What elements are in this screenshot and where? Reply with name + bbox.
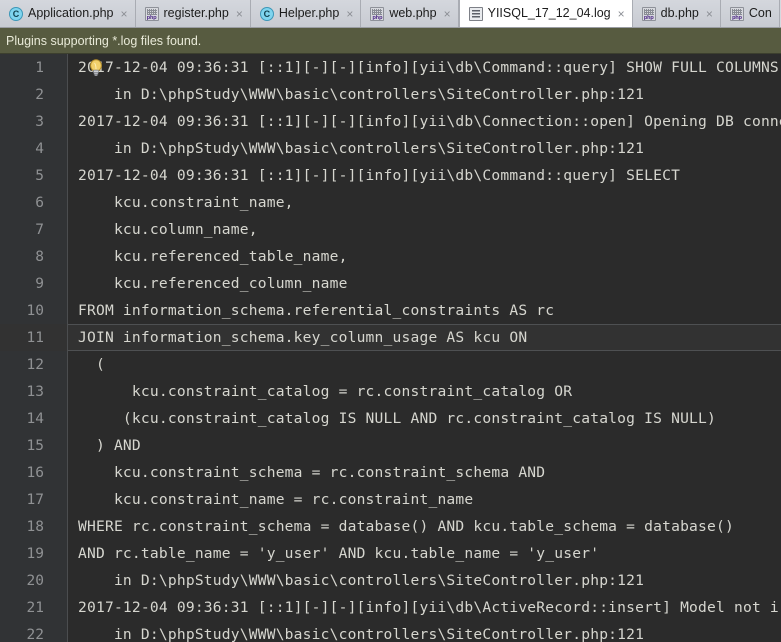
line-number[interactable]: 5 (0, 162, 68, 189)
close-icon[interactable]: × (236, 8, 243, 20)
line-number[interactable]: 13 (0, 378, 68, 405)
line-number[interactable]: 22 (0, 621, 68, 642)
plugin-notification-bar[interactable]: Plugins supporting *.log files found. (0, 28, 781, 54)
close-icon[interactable]: × (120, 8, 127, 20)
editor-tab-bar[interactable]: C Application.php × register.php × C Helper.ph… (0, 0, 781, 28)
editor-line-row[interactable]: 20 in D:\phpStudy\WWW\basic\controllers\… (0, 567, 781, 594)
line-number[interactable]: 21 (0, 594, 68, 621)
editor-line-row[interactable]: 13 kcu.constraint_catalog = rc.constrain… (0, 378, 781, 405)
line-text[interactable]: 2017-12-04 09:36:31 [::1][-][-][info][yi… (68, 162, 781, 189)
line-text[interactable]: in D:\phpStudy\WWW\basic\controllers\Sit… (68, 81, 781, 108)
line-text[interactable]: ( (68, 351, 781, 378)
line-text[interactable]: 2017-12-04 09:36:31 [::1][-][-][info][yi… (68, 108, 781, 135)
line-text[interactable]: JOIN information_schema.key_column_usage… (68, 324, 781, 351)
line-text[interactable]: kcu.constraint_schema = rc.constraint_sc… (68, 459, 781, 486)
line-number[interactable]: 12 (0, 351, 68, 378)
editor-line-row[interactable]: 5 2017-12-04 09:36:31 [::1][-][-][info][y… (0, 162, 781, 189)
line-number[interactable]: 7 (0, 216, 68, 243)
editor-tab-1[interactable]: register.php × (135, 0, 251, 27)
line-number[interactable]: 18 (0, 513, 68, 540)
close-icon[interactable]: × (346, 8, 353, 20)
php-file-icon (144, 6, 159, 21)
editor-line-row[interactable]: 2 in D:\phpStudy\WWW\basic\controllers\S… (0, 81, 781, 108)
php-file-icon (641, 6, 656, 21)
editor-tab-6[interactable]: Con (720, 0, 780, 27)
editor-tab-label: Helper.php (278, 6, 340, 21)
line-text[interactable]: FROM information_schema.referential_cons… (68, 297, 781, 324)
line-text[interactable]: in D:\phpStudy\WWW\basic\controllers\Sit… (68, 621, 781, 642)
line-number[interactable]: 19 (0, 540, 68, 567)
line-number[interactable]: 16 (0, 459, 68, 486)
php-file-icon (370, 6, 385, 21)
line-number[interactable]: 10 (0, 297, 68, 324)
editor-lines: 1 2017-12-04 09:36:31 [::1][-][-][info][y… (0, 54, 781, 642)
editor-tab-label: Application.php (28, 6, 114, 21)
editor-tab-label: Con (748, 6, 772, 21)
line-text[interactable]: kcu.column_name, (68, 216, 781, 243)
editor-line-row[interactable]: 22 in D:\phpStudy\WWW\basic\controllers\… (0, 621, 781, 642)
plugin-notification-text: Plugins supporting *.log files found. (6, 33, 202, 48)
line-text[interactable]: ) AND (68, 432, 781, 459)
editor-tab-label: db.php (660, 6, 699, 21)
editor-line-row[interactable]: 1 2017-12-04 09:36:31 [::1][-][-][info][y… (0, 54, 781, 81)
line-text[interactable]: kcu.constraint_name, (68, 189, 781, 216)
line-text[interactable]: kcu.constraint_catalog = rc.constraint_c… (68, 378, 781, 405)
ide-window: C Application.php × register.php × C Helper.ph… (0, 0, 781, 642)
line-number[interactable]: 20 (0, 567, 68, 594)
line-text[interactable]: kcu.constraint_name = rc.constraint_name (68, 486, 781, 513)
editor-line-row[interactable]: 6 kcu.constraint_name, (0, 189, 781, 216)
editor-line-row[interactable]: 18 WHERE rc.constraint_schema = database(… (0, 513, 781, 540)
editor-line-row[interactable]: 14 (kcu.constraint_catalog IS NULL AND r… (0, 405, 781, 432)
editor-line-row[interactable]: 12 ( (0, 351, 781, 378)
editor-line-row[interactable]: 8 kcu.referenced_table_name, (0, 243, 781, 270)
editor-tab-5[interactable]: db.php × (632, 0, 721, 27)
editor-line-row[interactable]: 19 AND rc.table_name = 'y_user' AND kcu.t… (0, 540, 781, 567)
editor-line-row[interactable]: 17 kcu.constraint_name = rc.constraint_n… (0, 486, 781, 513)
editor-line-row[interactable]: 15 ) AND (0, 432, 781, 459)
line-text[interactable]: WHERE rc.constraint_schema = database() … (68, 513, 781, 540)
editor-tab-4[interactable]: YIISQL_17_12_04.log × (458, 0, 633, 27)
editor-tab-3[interactable]: web.php × (361, 0, 459, 27)
line-number[interactable]: 8 (0, 243, 68, 270)
line-text[interactable]: 2017-12-04 09:36:31 [::1][-][-][info][yi… (68, 54, 781, 81)
line-text[interactable]: kcu.referenced_table_name, (68, 243, 781, 270)
line-text[interactable]: kcu.referenced_column_name (68, 270, 781, 297)
editor-line-row[interactable]: 16 kcu.constraint_schema = rc.constraint… (0, 459, 781, 486)
editor-tab-2[interactable]: C Helper.php × (250, 0, 362, 27)
editor-line-row[interactable]: 9 kcu.referenced_column_name (0, 270, 781, 297)
editor-line-row[interactable]: 21 2017-12-04 09:36:31 [::1][-][-][info][… (0, 594, 781, 621)
editor-area[interactable]: 1 2017-12-04 09:36:31 [::1][-][-][info][y… (0, 54, 781, 642)
line-text[interactable]: 2017-12-04 09:36:31 [::1][-][-][info][yi… (68, 594, 781, 621)
line-text[interactable]: (kcu.constraint_catalog IS NULL AND rc.c… (68, 405, 781, 432)
line-number[interactable]: 11 (0, 324, 68, 351)
class-icon: C (9, 6, 23, 21)
line-number[interactable]: 2 (0, 81, 68, 108)
editor-tab-label: web.php (389, 6, 437, 21)
editor-tab-label: YIISQL_17_12_04.log (487, 6, 611, 21)
editor-tab-0[interactable]: C Application.php × (0, 0, 136, 27)
line-text[interactable]: in D:\phpStudy\WWW\basic\controllers\Sit… (68, 135, 781, 162)
log-file-icon (468, 6, 483, 21)
line-number[interactable]: 4 (0, 135, 68, 162)
close-icon[interactable]: × (706, 8, 713, 20)
close-icon[interactable]: × (444, 8, 451, 20)
line-number[interactable]: 3 (0, 108, 68, 135)
line-number[interactable]: 9 (0, 270, 68, 297)
line-number[interactable]: 15 (0, 432, 68, 459)
editor-tab-label: register.php (163, 6, 229, 21)
class-icon: C (259, 6, 274, 21)
line-number[interactable]: 6 (0, 189, 68, 216)
line-number[interactable]: 14 (0, 405, 68, 432)
line-text[interactable]: in D:\phpStudy\WWW\basic\controllers\Sit… (68, 567, 781, 594)
close-icon[interactable]: × (618, 8, 625, 20)
line-number[interactable]: 17 (0, 486, 68, 513)
editor-line-row[interactable]: 3 2017-12-04 09:36:31 [::1][-][-][info][y… (0, 108, 781, 135)
line-number[interactable]: 1 (0, 54, 68, 81)
editor-line-row[interactable]: 4 in D:\phpStudy\WWW\basic\controllers\S… (0, 135, 781, 162)
editor-line-row[interactable]: 11 JOIN information_schema.key_column_usa… (0, 324, 781, 351)
php-file-icon (729, 6, 744, 21)
editor-line-row[interactable]: 10 FROM information_schema.referential_co… (0, 297, 781, 324)
line-text[interactable]: AND rc.table_name = 'y_user' AND kcu.tab… (68, 540, 781, 567)
editor-line-row[interactable]: 7 kcu.column_name, (0, 216, 781, 243)
